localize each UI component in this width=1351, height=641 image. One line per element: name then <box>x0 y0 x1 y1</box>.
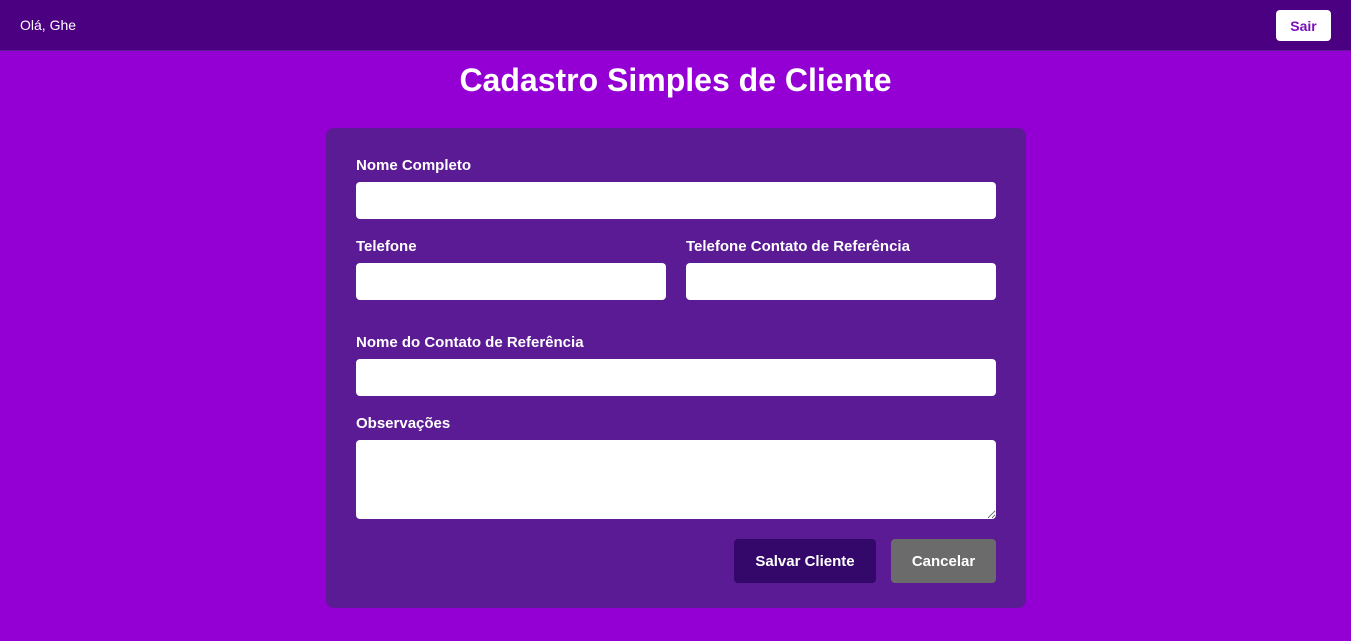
page-title: Cadastro Simples de Cliente <box>459 62 892 98</box>
full-name-input[interactable] <box>356 182 996 219</box>
user-greeting: Olá, Ghe <box>20 17 77 33</box>
phone-input[interactable] <box>356 263 666 300</box>
top-navigation-bar: Olá, Ghe Sair <box>0 0 1351 51</box>
cancel-button[interactable]: Cancelar <box>891 539 996 583</box>
notes-textarea[interactable] <box>356 440 996 519</box>
reference-phone-input[interactable] <box>686 263 996 300</box>
reference-phone-label: Telefone Contato de Referência <box>686 238 910 255</box>
phone-label: Telefone <box>356 238 417 255</box>
reference-name-label: Nome do Contato de Referência <box>356 334 584 351</box>
full-name-label: Nome Completo <box>356 157 472 174</box>
client-form-card: Nome Completo Telefone Telefone Contato … <box>326 128 1026 608</box>
save-client-button[interactable]: Salvar Cliente <box>734 539 876 583</box>
logout-button[interactable]: Sair <box>1276 10 1331 41</box>
notes-label: Observações <box>356 415 451 432</box>
reference-name-input[interactable] <box>356 359 996 396</box>
